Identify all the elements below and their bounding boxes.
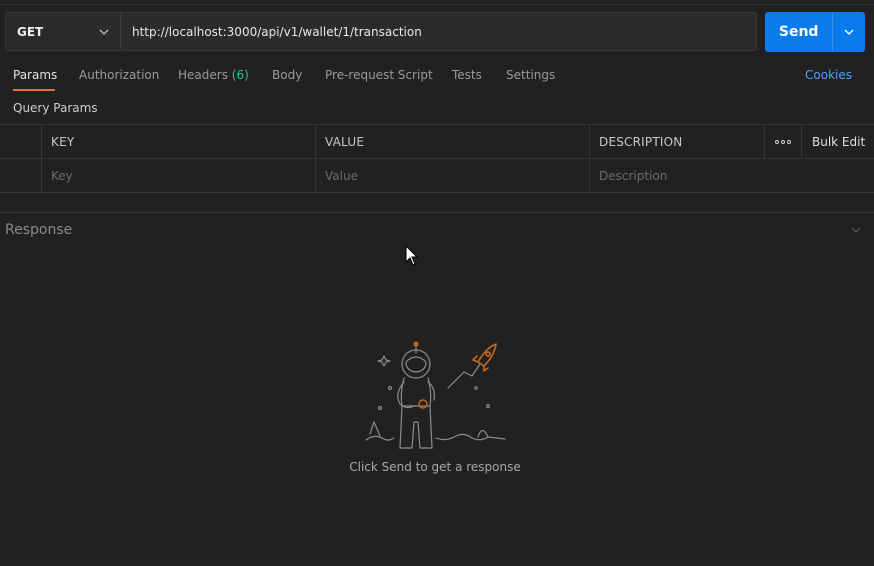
cookies-link[interactable]: Cookies	[805, 68, 852, 82]
tab-body[interactable]: Body	[272, 68, 302, 82]
query-params-title: Query Params	[13, 101, 98, 115]
send-options-button[interactable]	[832, 12, 865, 52]
tab-headers-label: Headers	[178, 68, 228, 82]
tab-settings[interactable]: Settings	[506, 68, 555, 82]
table-header-row: KEY VALUE DESCRIPTION Bulk Edit	[0, 125, 874, 159]
active-tab-indicator	[13, 89, 55, 91]
row-checkbox-cell	[0, 159, 41, 192]
request-tabs: Params Authorization Headers (6) Body Pr…	[0, 62, 874, 92]
more-icon	[775, 139, 791, 144]
astronaut-rocket-illustration	[365, 341, 506, 449]
url-input[interactable]: http://localhost:3000/api/v1/wallet/1/tr…	[121, 13, 756, 50]
tab-params[interactable]: Params	[13, 68, 57, 82]
top-border	[0, 0, 874, 5]
value-column-header: VALUE	[315, 125, 589, 158]
mouse-cursor-icon	[405, 245, 419, 266]
column-options-button[interactable]	[764, 125, 801, 158]
value-input[interactable]: Value	[315, 159, 589, 192]
url-value: http://localhost:3000/api/v1/wallet/1/tr…	[132, 24, 422, 39]
chevron-down-icon	[99, 29, 109, 35]
checkbox-column-header	[0, 125, 41, 158]
key-column-header: KEY	[41, 125, 315, 158]
tab-headers[interactable]: Headers (6)	[178, 68, 249, 82]
send-button[interactable]: Send	[765, 12, 832, 52]
method-select[interactable]: GET	[6, 13, 121, 50]
method-label: GET	[17, 24, 44, 39]
tab-tests[interactable]: Tests	[452, 68, 482, 82]
response-divider	[0, 212, 874, 213]
request-bar: GET http://localhost:3000/api/v1/wallet/…	[5, 12, 757, 51]
empty-response-message: Click Send to get a response	[349, 460, 521, 474]
description-column-header: DESCRIPTION	[589, 125, 764, 158]
response-title[interactable]: Response	[5, 222, 72, 238]
query-params-table: KEY VALUE DESCRIPTION Bulk Edit Key Valu…	[0, 124, 874, 193]
table-row: Key Value Description	[0, 159, 874, 192]
bulk-edit-button[interactable]: Bulk Edit	[801, 125, 874, 158]
tab-authorization[interactable]: Authorization	[79, 68, 159, 82]
headers-count: (6)	[231, 68, 249, 82]
chevron-down-icon[interactable]	[850, 225, 862, 235]
description-input[interactable]: Description	[589, 159, 874, 192]
tab-pre-request-script[interactable]: Pre-request Script	[325, 68, 433, 82]
key-input[interactable]: Key	[41, 159, 315, 192]
send-button-group: Send	[765, 12, 865, 52]
chevron-down-icon	[844, 29, 854, 35]
